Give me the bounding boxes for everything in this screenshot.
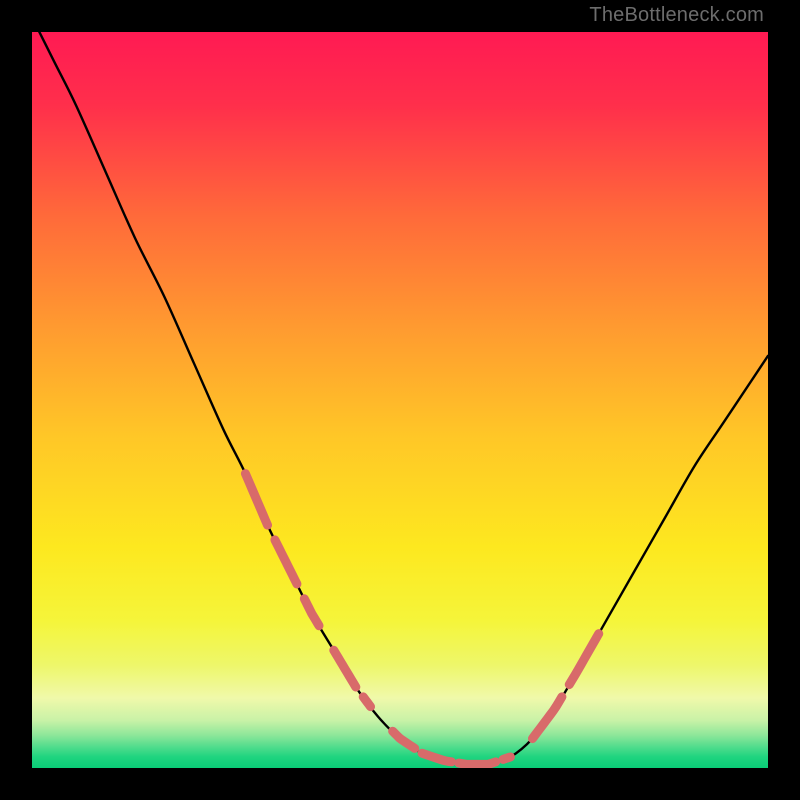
gradient-background [32,32,768,768]
watermark-text: TheBottleneck.com [589,4,764,27]
highlight-dash [459,762,496,764]
highlight-dash [363,697,370,707]
outer-frame: TheBottleneck.com [0,0,800,800]
plot-area [32,32,768,768]
chart-svg [32,32,768,768]
highlight-dash [503,757,510,759]
